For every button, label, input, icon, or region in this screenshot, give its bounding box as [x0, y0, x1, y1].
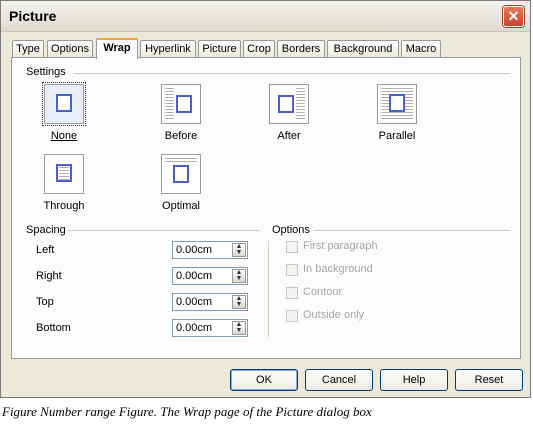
spacing-left-value: 0.00cm	[176, 244, 213, 256]
wrap-label-optimal: Optimal	[136, 200, 226, 212]
label-text: Parallel	[378, 130, 416, 142]
wrap-option-optimal[interactable]: Optimal	[136, 154, 226, 224]
label-text: Optimal	[162, 200, 200, 212]
wrap-label-parallel: Parallel	[352, 130, 442, 142]
settings-divider	[74, 73, 510, 74]
tab-options[interactable]: Options	[47, 40, 93, 58]
wrap-through-icon	[44, 154, 84, 194]
tab-label: Macro	[405, 43, 437, 55]
options-divider	[314, 230, 510, 231]
settings-group-title: Settings	[26, 66, 66, 78]
checkbox[interactable]	[286, 264, 298, 276]
option-label: First paragraph	[303, 240, 378, 252]
option-label: Outside only	[303, 309, 365, 321]
text-lines	[165, 158, 197, 162]
tab-background[interactable]: Background	[327, 40, 399, 58]
wrap-label-after: After	[244, 130, 334, 142]
spacing-label-top: Top	[36, 296, 54, 308]
text-lines	[165, 88, 174, 120]
tab-label: Picture	[202, 43, 237, 55]
tab-borders[interactable]: Borders	[277, 40, 325, 58]
help-button[interactable]: Help	[380, 369, 448, 391]
tab-type[interactable]: Type	[12, 40, 44, 58]
cancel-button[interactable]: Cancel	[305, 369, 373, 391]
wrap-label-before: Before	[136, 130, 226, 142]
title-bar: Picture ✕	[1, 1, 530, 32]
checkbox[interactable]	[286, 241, 298, 253]
button-label: Help	[402, 374, 426, 386]
spin-buttons[interactable]: ▲ ▼	[232, 269, 246, 283]
picture-dialog: Picture ✕ Type Options Wrap Hyperlink Pi…	[0, 0, 531, 398]
spacing-top-field[interactable]: 0.00cm ▲ ▼	[172, 293, 248, 311]
wrap-label-through: Through	[19, 200, 109, 212]
tab-wrap[interactable]: Wrap	[96, 38, 138, 59]
spacing-divider	[68, 230, 260, 231]
spin-buttons[interactable]: ▲ ▼	[232, 321, 246, 335]
frame-shape	[173, 165, 189, 183]
button-label: Reset	[474, 374, 504, 386]
wrap-panel: Settings None Before After Parallel Thro…	[11, 57, 521, 359]
frame-shape	[56, 94, 72, 112]
option-label: In background	[303, 263, 373, 275]
wrap-after-icon	[269, 84, 309, 124]
tab-label: Hyperlink	[145, 43, 191, 55]
tab-label: Wrap	[103, 42, 131, 54]
tab-label: Options	[51, 43, 89, 55]
figure-caption: Figure Number range Figure. The Wrap pag…	[2, 404, 372, 419]
frame-shape	[278, 95, 294, 113]
spin-buttons[interactable]: ▲ ▼	[232, 243, 246, 257]
wrap-option-none[interactable]: None	[19, 82, 109, 154]
spacing-label-bottom: Bottom	[36, 322, 71, 334]
spacing-bottom-field[interactable]: 0.00cm ▲ ▼	[172, 319, 248, 337]
button-label: OK	[256, 374, 272, 386]
spacing-right-field[interactable]: 0.00cm ▲ ▼	[172, 267, 248, 285]
wrap-option-before[interactable]: Before	[136, 84, 226, 154]
wrap-optimal-icon	[161, 154, 201, 194]
button-label: Cancel	[321, 374, 357, 386]
spacing-top-value: 0.00cm	[176, 296, 213, 308]
text-lines	[296, 88, 305, 120]
option-label: Contour	[303, 286, 343, 298]
wrap-label-none: None	[19, 130, 109, 142]
spacing-left-field[interactable]: 0.00cm ▲ ▼	[172, 241, 248, 259]
options-group-title: Options	[272, 224, 310, 236]
wrap-option-through[interactable]: Through	[19, 154, 109, 224]
close-button[interactable]: ✕	[503, 6, 524, 27]
spacing-label-right: Right	[36, 270, 62, 282]
dialog-title: Picture	[9, 8, 57, 24]
tab-label: Crop	[247, 43, 271, 55]
tab-picture[interactable]: Picture	[198, 40, 241, 58]
label-text: None	[50, 130, 78, 142]
wrap-parallel-icon	[377, 84, 417, 124]
wrap-option-after[interactable]: After	[244, 84, 334, 154]
close-icon: ✕	[507, 8, 520, 24]
text-lines	[59, 167, 69, 181]
spin-buttons[interactable]: ▲ ▼	[232, 295, 246, 309]
spacing-right-value: 0.00cm	[176, 270, 213, 282]
label-text: Before	[164, 130, 198, 142]
checkbox[interactable]	[286, 310, 298, 322]
tab-label: Type	[16, 43, 40, 55]
frame-shape	[389, 94, 405, 112]
tab-label: Background	[333, 43, 393, 55]
spacing-group-title: Spacing	[26, 224, 66, 236]
tab-macro[interactable]: Macro	[401, 40, 441, 58]
frame-shape	[176, 95, 192, 113]
tab-label: Borders	[281, 43, 321, 55]
wrap-before-icon	[161, 84, 201, 124]
label-text: After	[277, 130, 301, 142]
reset-button[interactable]: Reset	[455, 369, 523, 391]
checkbox[interactable]	[286, 287, 298, 299]
spacing-bottom-value: 0.00cm	[176, 322, 213, 334]
wrap-none-icon	[42, 82, 86, 126]
ok-button[interactable]: OK	[230, 369, 298, 391]
options-separator	[268, 242, 269, 337]
label-text: Through	[43, 200, 85, 212]
spacing-label-left: Left	[36, 244, 55, 256]
tab-crop[interactable]: Crop	[243, 40, 275, 58]
tab-hyperlink[interactable]: Hyperlink	[140, 40, 196, 58]
wrap-option-parallel[interactable]: Parallel	[352, 84, 442, 154]
